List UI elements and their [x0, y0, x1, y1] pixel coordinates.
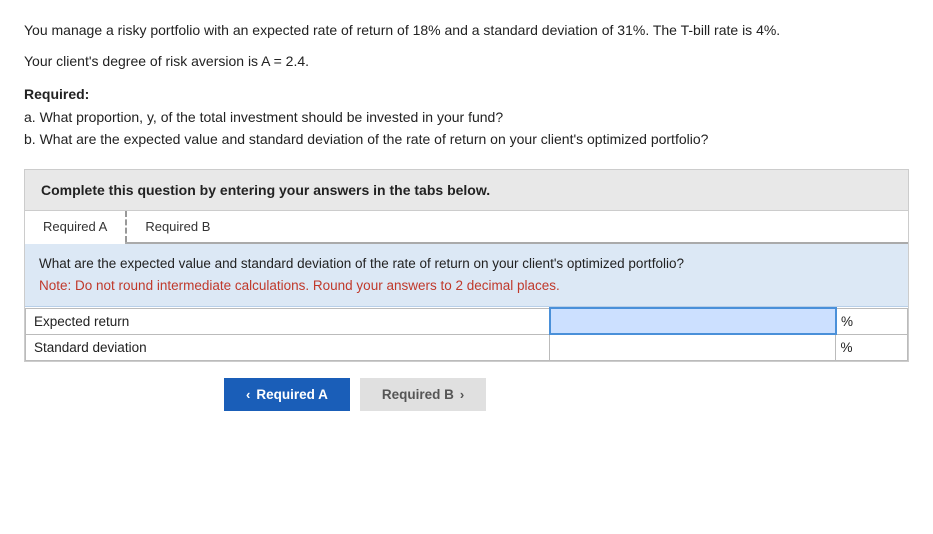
prev-button-label: Required A [256, 387, 328, 402]
required-label: Required: [24, 86, 909, 102]
intro-line1: You manage a risky portfolio with an exp… [24, 20, 909, 41]
question-note: Note: Do not round intermediate calculat… [39, 276, 894, 296]
expected-return-unit: % [836, 308, 908, 334]
navigation-buttons: ‹ Required A Required B › [24, 378, 909, 411]
std-dev-input-cell[interactable] [550, 334, 836, 360]
input-table: Expected return % Standard deviation % [25, 307, 908, 361]
next-button-label: Required B [382, 387, 454, 402]
std-dev-unit: % [836, 334, 908, 360]
tab-required-b[interactable]: Required B [125, 211, 228, 242]
part-a-text: a. What proportion, y, of the total inve… [24, 106, 909, 128]
intro-line2: Your client's degree of risk aversion is… [24, 51, 909, 72]
expected-return-input[interactable] [555, 312, 831, 331]
part-b-text: b. What are the expected value and stand… [24, 128, 909, 150]
prev-required-a-button[interactable]: ‹ Required A [224, 378, 350, 411]
chevron-right-icon: › [460, 387, 464, 402]
question-main-text: What are the expected value and standard… [39, 256, 684, 271]
tabs-container: Required A Required B What are the expec… [24, 211, 909, 362]
std-dev-label: Standard deviation [26, 334, 550, 360]
question-box: What are the expected value and standard… [25, 244, 908, 308]
tabs-row: Required A Required B [25, 211, 908, 244]
std-dev-input[interactable] [554, 338, 831, 357]
chevron-left-icon: ‹ [246, 387, 250, 402]
next-required-b-button[interactable]: Required B › [360, 378, 486, 411]
expected-return-label: Expected return [26, 308, 550, 334]
tab-required-a[interactable]: Required A [25, 211, 125, 242]
table-row: Expected return % [26, 308, 908, 334]
expected-return-input-cell[interactable] [550, 308, 836, 334]
complete-box-text: Complete this question by entering your … [24, 169, 909, 211]
table-row: Standard deviation % [26, 334, 908, 360]
